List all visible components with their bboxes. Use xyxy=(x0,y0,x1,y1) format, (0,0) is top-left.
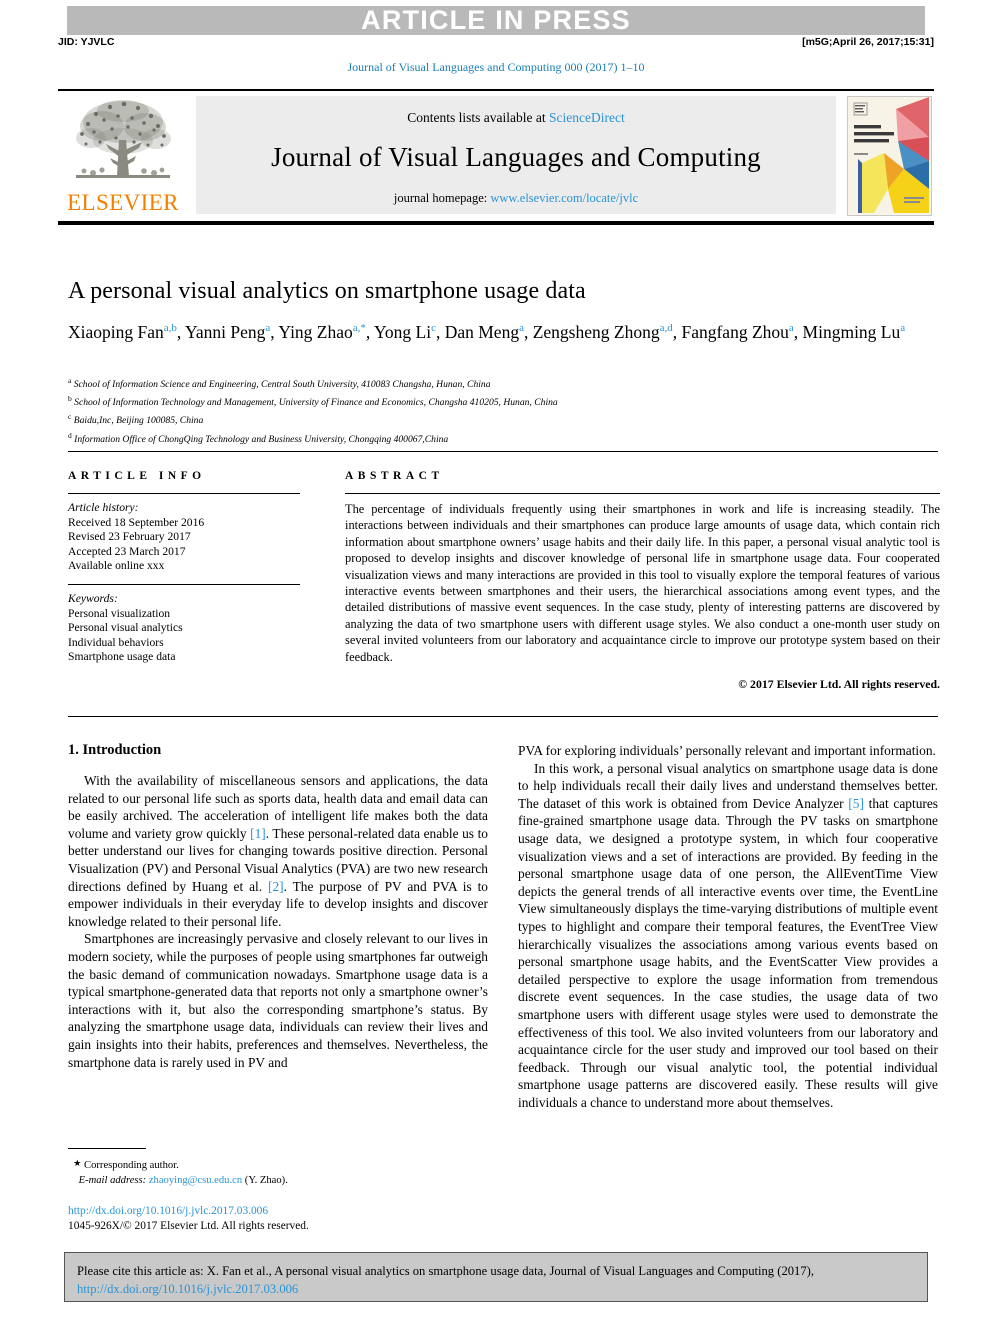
masthead-bottom-rule xyxy=(58,221,934,225)
body-section-top-rule xyxy=(68,716,938,717)
sciencedirect-link[interactable]: ScienceDirect xyxy=(549,110,625,125)
abstract-text: The percentage of individuals frequently… xyxy=(345,502,940,664)
masthead-top-rule xyxy=(58,89,934,91)
citation-ref[interactable]: [2] xyxy=(268,879,284,894)
article-info-divider xyxy=(68,583,300,585)
paper-page: ARTICLE IN PRESS JID: YJVLC [m5G;April 2… xyxy=(0,0,992,1323)
elsevier-tree-icon xyxy=(76,100,171,178)
keywords-block: Keywords: Personal visualization Persona… xyxy=(68,592,300,665)
body-paragraph: PVA for exploring individuals’ personall… xyxy=(518,743,936,758)
affiliation-item: c Baidu,Inc, Beijing 100085, China xyxy=(68,410,948,428)
doi-block: http://dx.doi.org/10.1016/j.jvlc.2017.03… xyxy=(68,1204,498,1234)
email-owner: (Y. Zhao). xyxy=(244,1174,288,1186)
keyword-item: Smartphone usage data xyxy=(68,650,176,664)
date-stamp-label: [m5G;April 26, 2017;15:31] xyxy=(802,36,934,48)
footnote-block: ★ Corresponding author. E-mail address: … xyxy=(68,1156,498,1188)
running-head: Journal of Visual Languages and Computin… xyxy=(347,60,645,74)
contents-prefix: Contents lists available at xyxy=(407,110,549,125)
corresponding-author-text: Corresponding author. xyxy=(84,1160,179,1171)
history-item: Received 18 September 2016 xyxy=(68,515,205,529)
body-paragraph: Smartphones are increasingly pervasive a… xyxy=(68,931,488,1070)
keyword-item: Personal visualization xyxy=(68,606,171,620)
keywords-label: Keywords: xyxy=(68,591,118,605)
article-info-column: ARTICLE INFO Article history: Received 1… xyxy=(68,470,300,665)
elsevier-logo: ELSEVIER xyxy=(62,96,184,216)
please-cite-text: Please cite this article as: X. Fan et a… xyxy=(77,1264,814,1278)
journal-title: Journal of Visual Languages and Computin… xyxy=(271,142,761,172)
keyword-item: Individual behaviors xyxy=(68,635,164,649)
article-info-heading: ARTICLE INFO xyxy=(68,470,206,482)
body-column-left: 1. Introduction With the availability of… xyxy=(68,742,488,1071)
journal-homepage-line: journal homepage: www.elsevier.com/locat… xyxy=(196,191,836,206)
contents-box: Contents lists available at ScienceDirec… xyxy=(196,96,836,214)
para-text: that captures fine-grained smartphone us… xyxy=(518,795,939,1110)
affiliation-text: Information Office of ChongQing Technolo… xyxy=(74,433,449,445)
keyword-item: Personal visual analytics xyxy=(68,621,183,635)
abstract-column: ABSTRACT The percentage of individuals f… xyxy=(345,470,940,692)
please-cite-box: Please cite this article as: X. Fan et a… xyxy=(64,1252,928,1302)
article-history-label: Article history: xyxy=(68,501,139,514)
corresponding-author-note: ★ Corresponding author. xyxy=(68,1156,498,1174)
homepage-prefix: journal homepage: xyxy=(393,191,491,205)
section-heading-introduction: 1. Introduction xyxy=(68,742,162,758)
citation-ref[interactable]: [1] xyxy=(250,826,266,841)
email-link[interactable]: zhaoying@csu.edu.cn xyxy=(149,1175,242,1186)
footnote-rule xyxy=(68,1148,146,1149)
affiliation-list: a School of Information Science and Engi… xyxy=(68,374,948,447)
journal-masthead: ELSEVIER Contents lists available at Sci… xyxy=(58,89,934,225)
masthead-body: ELSEVIER Contents lists available at Sci… xyxy=(58,94,934,218)
body-paragraph: With the availability of miscellaneous s… xyxy=(68,772,488,930)
elsevier-wordmark: ELSEVIER xyxy=(67,190,179,215)
history-item: Accepted 23 March 2017 xyxy=(68,544,186,558)
affiliation-item: b School of Information Technology and M… xyxy=(68,392,948,410)
history-item: Revised 23 February 2017 xyxy=(68,530,191,544)
author-list: Xiaoping Fana,b, Yanni Penga, Ying Zhaoa… xyxy=(68,321,906,342)
affiliation-item: d Information Office of ChongQing Techno… xyxy=(68,429,948,447)
abstract-rule xyxy=(345,493,940,494)
affiliation-marker: d xyxy=(68,430,72,440)
stamp-row: JID: YJVLC [m5G;April 26, 2017;15:31] xyxy=(58,36,934,52)
affiliation-text: School of Information Science and Engine… xyxy=(73,379,491,391)
affiliation-text: Baidu,Inc, Beijing 100085, China xyxy=(73,415,204,427)
body-column-right: PVA for exploring individuals’ personall… xyxy=(518,742,938,1111)
affiliation-marker: b xyxy=(68,394,72,404)
journal-cover-thumbnail xyxy=(847,96,932,216)
doi-link[interactable]: http://dx.doi.org/10.1016/j.jvlc.2017.03… xyxy=(68,1204,498,1219)
journal-cover-art xyxy=(848,97,929,213)
abstract-copyright: © 2017 Elsevier Ltd. All rights reserved… xyxy=(738,677,940,692)
history-item: Available online xxx xyxy=(68,559,165,573)
jid-label: JID: YJVLC xyxy=(58,36,115,48)
please-cite-doi-link[interactable]: http://dx.doi.org/10.1016/j.jvlc.2017.03… xyxy=(77,1282,298,1296)
page-title: A personal visual analytics on smartphon… xyxy=(68,278,586,304)
citation-ref[interactable]: [5] xyxy=(848,796,864,811)
contents-available-line: Contents lists available at ScienceDirec… xyxy=(196,110,836,126)
issn-copyright-line: 1045-926X/© 2017 Elsevier Ltd. All right… xyxy=(68,1220,309,1232)
affiliation-marker: c xyxy=(68,412,72,422)
article-history-block: Article history: Received 18 September 2… xyxy=(68,501,300,574)
email-note: E-mail address: zhaoying@csu.edu.cn (Y. … xyxy=(68,1174,498,1189)
article-in-press-banner: ARTICLE IN PRESS xyxy=(67,6,925,35)
asterisk-icon: ★ xyxy=(73,1158,82,1168)
body-paragraph: In this work, a personal visual analytic… xyxy=(518,760,938,1112)
info-section-top-rule xyxy=(68,451,938,452)
journal-homepage-link[interactable]: www.elsevier.com/locate/jvlc xyxy=(490,191,638,205)
abstract-heading: ABSTRACT xyxy=(345,470,444,482)
affiliation-item: a School of Information Science and Engi… xyxy=(68,374,948,392)
email-label: E-mail address: xyxy=(78,1174,147,1186)
affiliation-marker: a xyxy=(68,376,72,385)
affiliation-text: School of Information Technology and Man… xyxy=(74,397,558,409)
article-info-rule xyxy=(68,493,300,494)
